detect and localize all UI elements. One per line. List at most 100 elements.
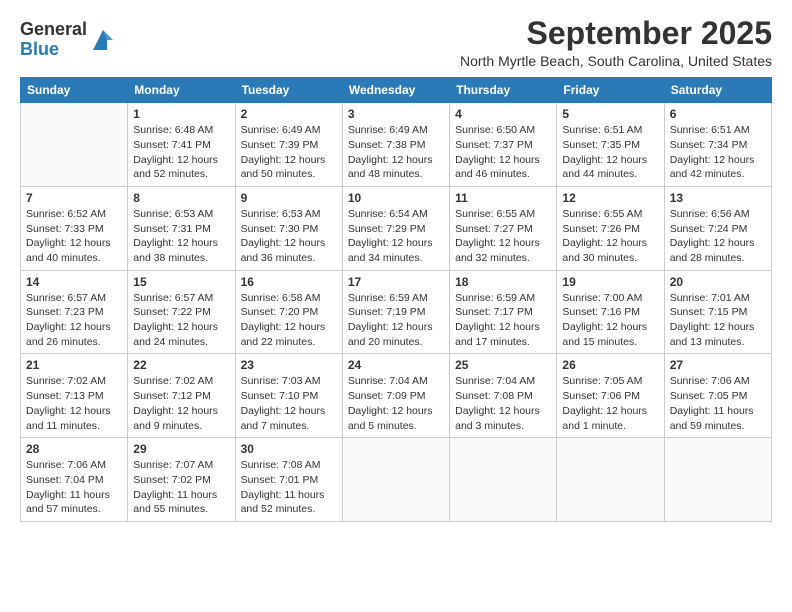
day-number: 15 [133,275,229,289]
day-number: 27 [670,358,766,372]
table-row: 2 Sunrise: 6:49 AMSunset: 7:39 PMDaylight… [235,103,342,187]
day-info: Sunrise: 6:58 AMSunset: 7:20 PMDaylight:… [241,291,337,350]
day-number: 23 [241,358,337,372]
day-info: Sunrise: 6:52 AMSunset: 7:33 PMDaylight:… [26,207,122,266]
day-info: Sunrise: 7:04 AMSunset: 7:08 PMDaylight:… [455,374,551,433]
day-number: 12 [562,191,658,205]
month-title: September 2025 [460,16,772,51]
table-row: 15 Sunrise: 6:57 AMSunset: 7:22 PMDayligh… [128,270,235,354]
calendar-week-2: 7 Sunrise: 6:52 AMSunset: 7:33 PMDaylight… [21,186,772,270]
table-row: 22 Sunrise: 7:02 AMSunset: 7:12 PMDayligh… [128,354,235,438]
day-info: Sunrise: 6:50 AMSunset: 7:37 PMDaylight:… [455,123,551,182]
table-row: 7 Sunrise: 6:52 AMSunset: 7:33 PMDaylight… [21,186,128,270]
day-number: 24 [348,358,444,372]
day-number: 8 [133,191,229,205]
table-row: 23 Sunrise: 7:03 AMSunset: 7:10 PMDayligh… [235,354,342,438]
day-number: 30 [241,442,337,456]
logo-general: General [20,19,87,39]
table-row [21,103,128,187]
page: General Blue September 2025 North Myrtle… [0,0,792,534]
day-number: 26 [562,358,658,372]
day-number: 16 [241,275,337,289]
day-info: Sunrise: 6:57 AMSunset: 7:23 PMDaylight:… [26,291,122,350]
calendar-header-saturday: Saturday [664,78,771,103]
day-info: Sunrise: 6:53 AMSunset: 7:31 PMDaylight:… [133,207,229,266]
day-info: Sunrise: 6:48 AMSunset: 7:41 PMDaylight:… [133,123,229,182]
day-info: Sunrise: 6:49 AMSunset: 7:39 PMDaylight:… [241,123,337,182]
table-row: 5 Sunrise: 6:51 AMSunset: 7:35 PMDaylight… [557,103,664,187]
day-info: Sunrise: 6:59 AMSunset: 7:17 PMDaylight:… [455,291,551,350]
table-row: 18 Sunrise: 6:59 AMSunset: 7:17 PMDayligh… [450,270,557,354]
table-row: 26Sunrise: 7:05 AMSunset: 7:06 PMDayligh… [557,354,664,438]
day-number: 22 [133,358,229,372]
calendar-week-3: 14 Sunrise: 6:57 AMSunset: 7:23 PMDayligh… [21,270,772,354]
table-row: 27 Sunrise: 7:06 AMSunset: 7:05 PMDayligh… [664,354,771,438]
day-number: 14 [26,275,122,289]
day-number: 6 [670,107,766,121]
table-row: 8 Sunrise: 6:53 AMSunset: 7:31 PMDaylight… [128,186,235,270]
day-number: 9 [241,191,337,205]
table-row: 25Sunrise: 7:04 AMSunset: 7:08 PMDayligh… [450,354,557,438]
day-info: Sunrise: 7:06 AMSunset: 7:04 PMDaylight:… [26,458,122,517]
day-info: Sunrise: 6:54 AMSunset: 7:29 PMDaylight:… [348,207,444,266]
day-info: Sunrise: 6:55 AMSunset: 7:26 PMDaylight:… [562,207,658,266]
day-info: Sunrise: 6:57 AMSunset: 7:22 PMDaylight:… [133,291,229,350]
table-row: 12 Sunrise: 6:55 AMSunset: 7:26 PMDayligh… [557,186,664,270]
table-row: 6Sunrise: 6:51 AMSunset: 7:34 PMDaylight… [664,103,771,187]
day-number: 28 [26,442,122,456]
table-row: 13 Sunrise: 6:56 AMSunset: 7:24 PMDayligh… [664,186,771,270]
logo-icon [89,26,117,54]
table-row: 20Sunrise: 7:01 AMSunset: 7:15 PMDayligh… [664,270,771,354]
day-info: Sunrise: 6:56 AMSunset: 7:24 PMDaylight:… [670,207,766,266]
day-number: 13 [670,191,766,205]
table-row: 11 Sunrise: 6:55 AMSunset: 7:27 PMDayligh… [450,186,557,270]
day-info: Sunrise: 7:07 AMSunset: 7:02 PMDaylight:… [133,458,229,517]
calendar-week-5: 28 Sunrise: 7:06 AMSunset: 7:04 PMDayligh… [21,438,772,522]
table-row: 28 Sunrise: 7:06 AMSunset: 7:04 PMDayligh… [21,438,128,522]
day-info: Sunrise: 6:53 AMSunset: 7:30 PMDaylight:… [241,207,337,266]
table-row: 4Sunrise: 6:50 AMSunset: 7:37 PMDaylight… [450,103,557,187]
calendar-table: SundayMondayTuesdayWednesdayThursdayFrid… [20,77,772,522]
day-number: 5 [562,107,658,121]
day-number: 18 [455,275,551,289]
day-info: Sunrise: 7:02 AMSunset: 7:12 PMDaylight:… [133,374,229,433]
calendar-header-wednesday: Wednesday [342,78,449,103]
logo-text: General Blue [20,20,87,60]
day-info: Sunrise: 7:04 AMSunset: 7:09 PMDaylight:… [348,374,444,433]
calendar-week-1: 1 Sunrise: 6:48 AMSunset: 7:41 PMDaylight… [21,103,772,187]
day-info: Sunrise: 6:55 AMSunset: 7:27 PMDaylight:… [455,207,551,266]
day-info: Sunrise: 6:59 AMSunset: 7:19 PMDaylight:… [348,291,444,350]
day-info: Sunrise: 6:49 AMSunset: 7:38 PMDaylight:… [348,123,444,182]
day-info: Sunrise: 7:01 AMSunset: 7:15 PMDaylight:… [670,291,766,350]
header: General Blue September 2025 North Myrtle… [20,16,772,69]
day-number: 19 [562,275,658,289]
calendar-header-thursday: Thursday [450,78,557,103]
table-row: 29 Sunrise: 7:07 AMSunset: 7:02 PMDayligh… [128,438,235,522]
day-number: 29 [133,442,229,456]
table-row: 10 Sunrise: 6:54 AMSunset: 7:29 PMDayligh… [342,186,449,270]
day-number: 7 [26,191,122,205]
table-row: 19 Sunrise: 7:00 AMSunset: 7:16 PMDayligh… [557,270,664,354]
table-row [664,438,771,522]
day-number: 2 [241,107,337,121]
calendar-week-4: 21Sunrise: 7:02 AMSunset: 7:13 PMDayligh… [21,354,772,438]
day-info: Sunrise: 7:03 AMSunset: 7:10 PMDaylight:… [241,374,337,433]
day-number: 21 [26,358,122,372]
day-number: 10 [348,191,444,205]
table-row: 21Sunrise: 7:02 AMSunset: 7:13 PMDayligh… [21,354,128,438]
day-info: Sunrise: 7:08 AMSunset: 7:01 PMDaylight:… [241,458,337,517]
day-number: 11 [455,191,551,205]
day-info: Sunrise: 7:00 AMSunset: 7:16 PMDaylight:… [562,291,658,350]
calendar-header-sunday: Sunday [21,78,128,103]
logo: General Blue [20,20,117,60]
table-row [450,438,557,522]
logo-blue: Blue [20,39,59,59]
table-row: 30 Sunrise: 7:08 AMSunset: 7:01 PMDayligh… [235,438,342,522]
day-info: Sunrise: 6:51 AMSunset: 7:35 PMDaylight:… [562,123,658,182]
table-row: 16 Sunrise: 6:58 AMSunset: 7:20 PMDayligh… [235,270,342,354]
calendar-header-monday: Monday [128,78,235,103]
day-info: Sunrise: 7:06 AMSunset: 7:05 PMDaylight:… [670,374,766,433]
table-row: 3Sunrise: 6:49 AMSunset: 7:38 PMDaylight… [342,103,449,187]
day-number: 1 [133,107,229,121]
table-row [557,438,664,522]
